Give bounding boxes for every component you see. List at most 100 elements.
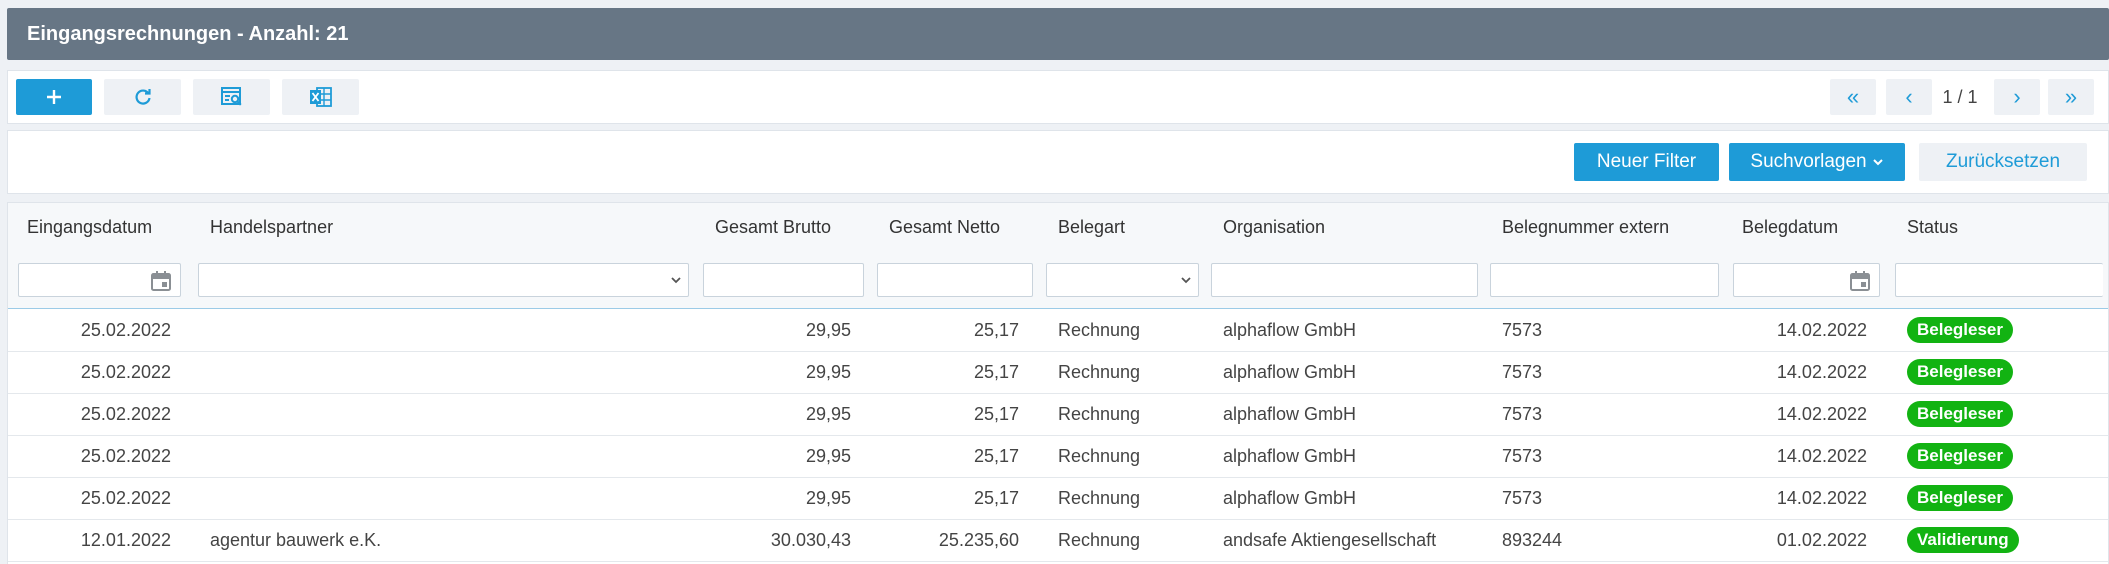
status-badge: Belegleser xyxy=(1907,401,2013,427)
column-header-organisation[interactable]: Organisation xyxy=(1223,217,1325,238)
column-header-handelspartner[interactable]: Handelspartner xyxy=(210,217,333,238)
cell-eingangsdatum: 25.02.2022 xyxy=(80,404,171,424)
search-preview-button[interactable] xyxy=(193,79,270,115)
column-header-eingangsdatum[interactable]: Eingangsdatum xyxy=(27,217,152,238)
column-header-belegnummer-extern[interactable]: Belegnummer extern xyxy=(1502,217,1669,238)
filter-status[interactable] xyxy=(1895,263,2103,297)
status-badge: Belegleser xyxy=(1907,443,2013,469)
table-row[interactable]: 25.02.2022 29,95 25,17 Rechnung alphaflow Gm… xyxy=(8,393,2108,436)
filter-gesamt-brutto[interactable] xyxy=(703,263,864,297)
cell-belegnummer-extern: 7573 xyxy=(1502,404,1543,424)
plus-icon xyxy=(47,90,61,104)
cell-belegdatum: 14.02.2022 xyxy=(1776,446,1867,466)
cell-belegart: Rechnung xyxy=(1058,362,1141,382)
page-title: Eingangsrechnungen - Anzahl: 21 xyxy=(27,22,349,45)
search-templates-button[interactable]: Suchvorlagen xyxy=(1729,143,1905,181)
cell-belegdatum: 14.02.2022 xyxy=(1776,404,1867,424)
status-badge: Belegleser xyxy=(1907,485,2013,511)
cell-belegart: Rechnung xyxy=(1058,446,1141,466)
table-row[interactable]: 25.02.2022 29,95 25,17 Rechnung alphaflow Gm… xyxy=(8,309,2108,352)
cell-eingangsdatum: 25.02.2022 xyxy=(80,320,171,340)
pager-label: 1 / 1 xyxy=(1942,87,1978,107)
status-badge: Validierung xyxy=(1907,527,2019,553)
chevron-down-icon xyxy=(1872,159,1883,166)
column-header-belegdatum[interactable]: Belegdatum xyxy=(1742,217,1838,238)
pager-first-button[interactable]: « xyxy=(1830,79,1876,115)
cell-gesamt-netto: 25.235,60 xyxy=(938,530,1019,550)
filter-eingangsdatum[interactable] xyxy=(18,263,181,297)
grid-header: Eingangsdatum Handelspartner Gesamt Brut… xyxy=(8,203,2108,309)
cell-belegnummer-extern: 7573 xyxy=(1502,446,1543,466)
table-row[interactable]: 25.02.2022 29,95 25,17 Rechnung alphaflow Gm… xyxy=(8,351,2108,394)
status-badge: Belegleser xyxy=(1907,359,2013,385)
cell-belegart: Rechnung xyxy=(1058,320,1141,340)
table-row[interactable]: 25.02.2022 29,95 25,17 Rechnung alphaflow Gm… xyxy=(8,477,2108,520)
new-filter-button[interactable]: Neuer Filter xyxy=(1574,143,1719,181)
filter-belegnummer-extern[interactable] xyxy=(1490,263,1719,297)
cell-gesamt-brutto: 29,95 xyxy=(805,446,851,466)
cell-organisation: alphaflow GmbH xyxy=(1223,362,1357,382)
cell-belegdatum: 14.02.2022 xyxy=(1776,320,1867,340)
cell-gesamt-netto: 25,17 xyxy=(973,488,1019,508)
refresh-button[interactable] xyxy=(104,79,181,115)
filter-belegdatum[interactable] xyxy=(1733,263,1880,297)
cell-belegdatum: 14.02.2022 xyxy=(1776,488,1867,508)
column-header-gesamt-netto[interactable]: Gesamt Netto xyxy=(889,217,1000,238)
cell-gesamt-brutto: 30.030,43 xyxy=(770,530,851,550)
cell-gesamt-netto: 25,17 xyxy=(973,320,1019,340)
cell-handelspartner: agentur bauwerk e.K. xyxy=(210,530,382,550)
reset-button[interactable]: Zurücksetzen xyxy=(1919,143,2087,181)
pager-prev-button[interactable]: ‹ xyxy=(1886,79,1932,115)
cell-belegart: Rechnung xyxy=(1058,404,1141,424)
filter-gesamt-netto[interactable] xyxy=(877,263,1033,297)
table-row[interactable]: 25.02.2022 29,95 25,17 Rechnung alphaflow Gm… xyxy=(8,435,2108,478)
chevron-down-icon xyxy=(1181,277,1191,284)
excel-export-button[interactable] xyxy=(282,79,359,115)
cell-belegart: Rechnung xyxy=(1058,488,1141,508)
cell-belegnummer-extern: 7573 xyxy=(1502,362,1543,382)
cell-organisation: alphaflow GmbH xyxy=(1223,320,1357,340)
page-header: Eingangsrechnungen - Anzahl: 21 xyxy=(7,8,2109,60)
search-document-icon xyxy=(220,87,242,106)
cell-organisation: andsafe Aktiengesellschaft xyxy=(1223,530,1437,550)
cell-gesamt-brutto: 29,95 xyxy=(805,488,851,508)
filter-organisation[interactable] xyxy=(1211,263,1478,297)
cell-belegart: Rechnung xyxy=(1058,530,1141,550)
cell-eingangsdatum: 25.02.2022 xyxy=(80,362,171,382)
filter-handelspartner[interactable] xyxy=(198,263,689,297)
filter-bar: Neuer Filter Suchvorlagen Zurücksetzen xyxy=(7,130,2109,194)
cell-belegdatum: 14.02.2022 xyxy=(1776,362,1867,382)
chevron-down-icon xyxy=(671,277,681,284)
cell-gesamt-netto: 25,17 xyxy=(973,362,1019,382)
cell-belegdatum: 01.02.2022 xyxy=(1776,530,1867,550)
calendar-icon[interactable] xyxy=(1849,270,1871,292)
cell-gesamt-brutto: 29,95 xyxy=(805,362,851,382)
cell-eingangsdatum: 25.02.2022 xyxy=(80,488,171,508)
column-header-gesamt-brutto[interactable]: Gesamt Brutto xyxy=(715,217,831,238)
cell-belegnummer-extern: 893244 xyxy=(1502,530,1563,550)
status-badge: Belegleser xyxy=(1907,317,2013,343)
cell-gesamt-brutto: 29,95 xyxy=(805,320,851,340)
filter-belegart[interactable] xyxy=(1046,263,1199,297)
column-header-status[interactable]: Status xyxy=(1907,217,1958,238)
cell-organisation: alphaflow GmbH xyxy=(1223,446,1357,466)
cell-organisation: alphaflow GmbH xyxy=(1223,488,1357,508)
calendar-icon[interactable] xyxy=(150,270,172,292)
cell-eingangsdatum: 25.02.2022 xyxy=(80,446,171,466)
cell-gesamt-netto: 25,17 xyxy=(973,404,1019,424)
pager-next-button[interactable]: › xyxy=(1994,79,2040,115)
table-row[interactable]: 12.01.2022 agentur bauwerk e.K. 30.030,43 2… xyxy=(8,519,2108,562)
refresh-icon xyxy=(134,89,151,105)
cell-belegnummer-extern: 7573 xyxy=(1502,488,1543,508)
toolbar: « ‹ 1 / 1 › » xyxy=(7,70,2109,124)
cell-belegnummer-extern: 7573 xyxy=(1502,320,1543,340)
cell-organisation: alphaflow GmbH xyxy=(1223,404,1357,424)
add-button[interactable] xyxy=(16,79,92,115)
cell-gesamt-netto: 25,17 xyxy=(973,446,1019,466)
excel-icon xyxy=(309,87,332,107)
search-templates-label: Suchvorlagen xyxy=(1750,151,1867,172)
data-grid: Eingangsdatum Handelspartner Gesamt Brut… xyxy=(7,202,2109,564)
pager-last-button[interactable]: » xyxy=(2048,79,2094,115)
cell-gesamt-brutto: 29,95 xyxy=(805,404,851,424)
column-header-belegart[interactable]: Belegart xyxy=(1058,217,1125,238)
